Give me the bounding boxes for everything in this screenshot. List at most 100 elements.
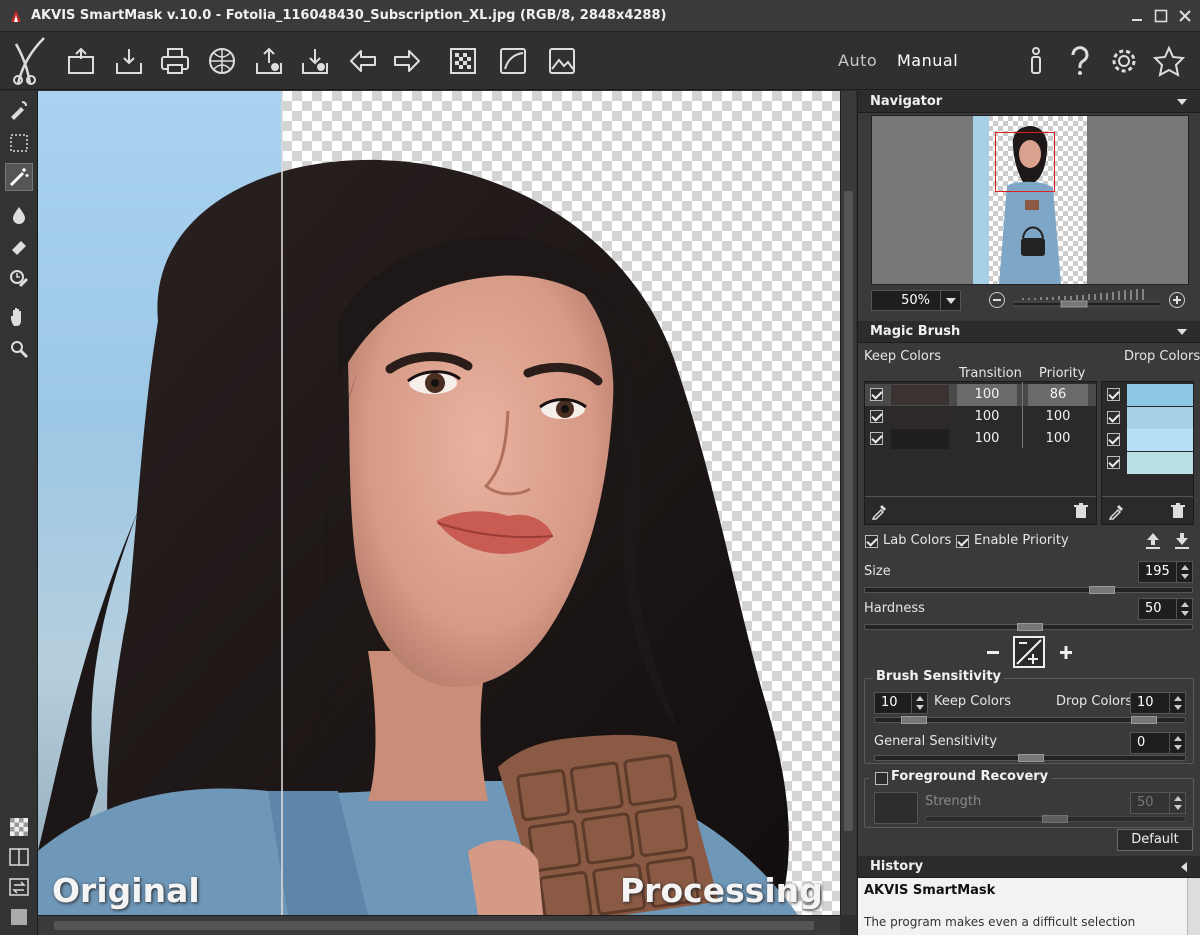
keep-color-checkbox[interactable] — [870, 432, 883, 445]
horizontal-scrollbar[interactable] — [38, 915, 840, 935]
priority-value[interactable]: 86 — [1028, 384, 1088, 406]
zoom-out-icon[interactable] — [989, 292, 1005, 308]
drop-color-checkbox[interactable] — [1107, 410, 1120, 424]
priority-value[interactable]: 100 — [1028, 431, 1088, 446]
keep-drop-sensitivity-slider[interactable] — [874, 716, 1186, 724]
brush-mode-icon[interactable] — [1013, 636, 1045, 668]
default-button[interactable]: Default — [1117, 829, 1193, 851]
keep-sensitivity-knob[interactable] — [901, 716, 927, 724]
split-view-button[interactable] — [5, 843, 33, 871]
keep-color-swatch[interactable] — [891, 407, 949, 427]
preferences-edges-button[interactable] — [496, 42, 530, 80]
history-item-title[interactable]: AKVIS SmartMask — [864, 883, 995, 898]
drop-color-swatch[interactable] — [1127, 429, 1193, 451]
size-slider-knob[interactable] — [1089, 586, 1115, 594]
save-preset-icon[interactable] — [1174, 532, 1190, 550]
collapse-icon[interactable] — [1177, 99, 1187, 105]
keep-color-swatch[interactable] — [891, 429, 949, 449]
spinner-arrows-icon[interactable] — [1169, 733, 1185, 753]
decrease-brush-icon[interactable] — [980, 640, 1006, 664]
trash-icon[interactable] — [1171, 503, 1185, 519]
drop-color-row[interactable] — [1102, 451, 1193, 474]
keep-color-row[interactable]: 100 100 — [865, 406, 1096, 428]
foreground-recovery-checkbox[interactable] — [875, 772, 888, 785]
import-button[interactable] — [252, 42, 286, 80]
hardness-input[interactable]: 50 — [1138, 598, 1193, 620]
image-canvas[interactable]: Original Processing — [38, 91, 840, 915]
redo-button[interactable] — [390, 42, 424, 80]
priority-value[interactable]: 100 — [1028, 409, 1088, 424]
vertical-scroll-thumb[interactable] — [844, 191, 853, 831]
keep-color-swatch[interactable] — [891, 385, 949, 405]
keep-color-checkbox[interactable] — [870, 388, 883, 401]
save-button[interactable] — [112, 42, 146, 80]
mode-manual-tab[interactable]: Manual — [897, 51, 958, 70]
size-input[interactable]: 195 — [1138, 561, 1193, 583]
drop-color-row[interactable] — [1102, 384, 1193, 406]
strength-slider-knob[interactable] — [1042, 815, 1068, 823]
magic-brush-active-tool[interactable] — [5, 163, 33, 191]
magic-brush-header[interactable]: Magic Brush — [858, 321, 1200, 343]
drop-color-row[interactable] — [1102, 406, 1193, 429]
run-button[interactable] — [446, 42, 480, 80]
lab-colors-checkbox[interactable] — [865, 535, 878, 548]
export-button[interactable] — [298, 42, 332, 80]
drop-sensitivity-input[interactable]: 10 — [1130, 692, 1186, 714]
transition-value[interactable]: 100 — [957, 431, 1017, 446]
collapse-icon[interactable] — [1177, 329, 1187, 335]
load-preset-icon[interactable] — [1145, 532, 1161, 550]
strength-slider[interactable] — [925, 815, 1186, 823]
magic-brush-tool[interactable] — [5, 95, 33, 123]
navigator-viewport-rect[interactable] — [995, 132, 1055, 192]
expand-icon[interactable] — [1181, 862, 1187, 872]
share-button[interactable] — [205, 42, 239, 80]
enable-priority-checkbox[interactable] — [956, 535, 969, 548]
size-slider[interactable] — [864, 586, 1193, 594]
spinner-arrows-icon[interactable] — [1169, 793, 1185, 813]
eraser-tool[interactable] — [5, 233, 33, 261]
mode-auto-tab[interactable]: Auto — [838, 51, 877, 70]
drop-color-checkbox[interactable] — [1107, 455, 1120, 469]
history-header[interactable]: History — [858, 856, 1200, 878]
transition-value[interactable]: 100 — [957, 384, 1017, 406]
split-divider[interactable] — [281, 91, 283, 915]
zoom-dropdown-icon[interactable] — [940, 291, 960, 310]
close-icon[interactable] — [1176, 7, 1194, 25]
selection-tool[interactable] — [5, 129, 33, 157]
transition-value[interactable]: 100 — [957, 409, 1017, 424]
swap-view-button[interactable] — [5, 873, 33, 901]
drop-color-swatch[interactable] — [1127, 451, 1193, 474]
minimize-icon[interactable] — [1128, 7, 1146, 25]
spinner-arrows-icon[interactable] — [1176, 599, 1192, 619]
trash-icon[interactable] — [1074, 503, 1088, 519]
background-color-button[interactable] — [5, 903, 33, 931]
background-button[interactable] — [545, 42, 579, 80]
navigator-header[interactable]: Navigator — [858, 91, 1200, 113]
pipette-icon[interactable] — [1108, 502, 1126, 520]
maximize-icon[interactable] — [1152, 7, 1170, 25]
general-sensitivity-knob[interactable] — [1018, 754, 1044, 762]
settings-button[interactable] — [1107, 42, 1141, 80]
horizontal-scroll-thumb[interactable] — [54, 921, 814, 930]
spinner-arrows-icon[interactable] — [911, 693, 927, 713]
open-button[interactable] — [64, 42, 98, 80]
undo-button[interactable] — [346, 42, 380, 80]
hardness-slider-knob[interactable] — [1017, 623, 1043, 631]
keep-color-row[interactable]: 100 100 — [865, 428, 1096, 450]
info-button[interactable] — [1019, 42, 1053, 80]
drop-color-checkbox[interactable] — [1107, 388, 1120, 401]
zoom-slider[interactable] — [1013, 288, 1161, 310]
hardness-slider[interactable] — [864, 623, 1193, 631]
zoom-in-icon[interactable] — [1169, 292, 1185, 308]
navigator-preview[interactable] — [871, 115, 1189, 285]
spinner-arrows-icon[interactable] — [1176, 562, 1192, 582]
increase-brush-icon[interactable] — [1053, 640, 1079, 664]
drop-sensitivity-knob[interactable] — [1131, 716, 1157, 724]
drop-color-row[interactable] — [1102, 429, 1193, 451]
drop-color-swatch[interactable] — [1127, 384, 1193, 406]
zoom-tool[interactable] — [5, 335, 33, 363]
keep-sensitivity-input[interactable]: 10 — [874, 692, 928, 714]
drop-color-checkbox[interactable] — [1107, 433, 1120, 446]
pipette-icon[interactable] — [871, 502, 889, 520]
print-button[interactable] — [158, 42, 192, 80]
